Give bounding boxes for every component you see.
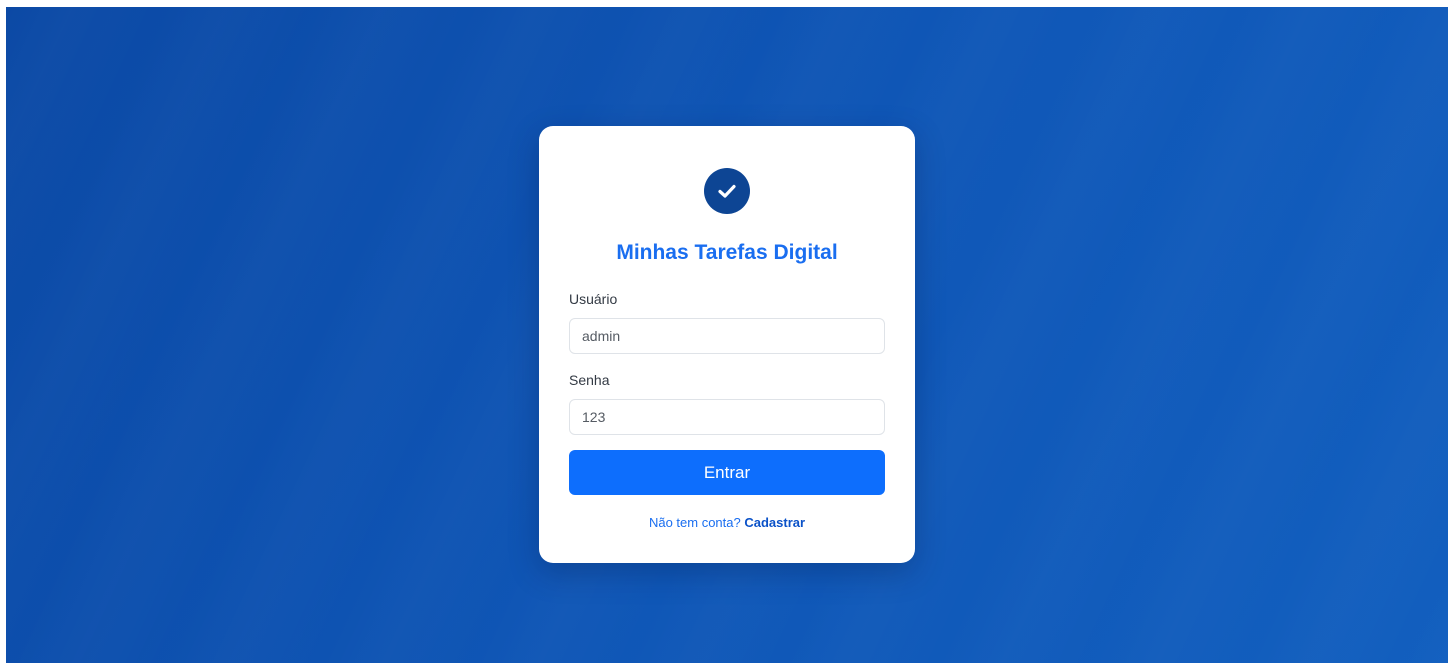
login-button[interactable]: Entrar xyxy=(569,450,885,495)
signup-row: Não tem conta? Cadastrar xyxy=(539,515,915,530)
check-mark-icon xyxy=(718,184,736,198)
username-input[interactable] xyxy=(569,318,885,354)
signup-link[interactable]: Cadastrar xyxy=(744,515,805,530)
password-input[interactable] xyxy=(569,399,885,435)
password-label: Senha xyxy=(569,372,610,388)
app-title: Minhas Tarefas Digital xyxy=(616,241,838,264)
check-circle-icon xyxy=(704,168,750,214)
username-label: Usuário xyxy=(569,291,618,307)
login-card: Minhas Tarefas Digital Usuário Senha Ent… xyxy=(539,126,915,563)
page-background: Minhas Tarefas Digital Usuário Senha Ent… xyxy=(6,7,1448,663)
signup-prompt: Não tem conta? xyxy=(648,515,745,530)
